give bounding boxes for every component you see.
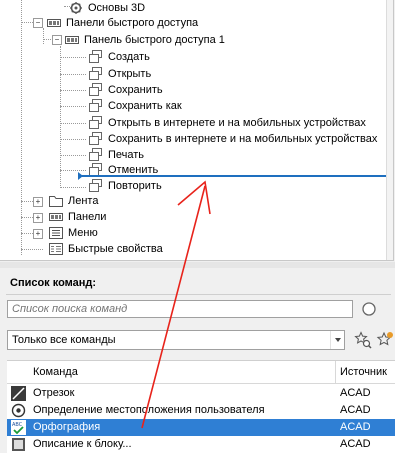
tree-connector [60, 187, 86, 188]
toolbar-icon [65, 36, 79, 44]
command-source: ACAD [340, 421, 371, 433]
table-row[interactable]: Определение местоположения пользователя … [7, 402, 395, 419]
folder-icon [49, 196, 63, 207]
toolbar-icon [47, 19, 61, 27]
new-command-star-icon[interactable] [376, 331, 394, 349]
command-filter-select[interactable]: Только все команды [7, 330, 345, 350]
tree-connector [60, 74, 86, 75]
tree-scrollbar[interactable] [386, 0, 393, 260]
tree-item-label: Панели [68, 211, 107, 223]
collapse-toggle-icon[interactable]: − [52, 35, 62, 45]
panel-splitter[interactable] [0, 262, 395, 268]
command-icon [89, 179, 102, 192]
block-description-icon [12, 438, 25, 451]
tree-connector [60, 106, 86, 107]
command-icon [89, 99, 102, 112]
properties-icon [49, 243, 63, 255]
gear-icon [70, 2, 82, 14]
tree-connector [60, 155, 86, 156]
find-command-star-icon[interactable] [354, 331, 372, 349]
table-row[interactable]: Отрезок ACAD [7, 385, 395, 402]
command-icon [89, 148, 102, 161]
command-table[interactable]: Команда Источник Отрезок ACAD Определени… [7, 360, 395, 453]
expand-toggle-icon[interactable]: + [33, 213, 43, 223]
command-icon [89, 83, 102, 96]
tree-item-label: Меню [68, 227, 98, 239]
geolocation-icon [11, 403, 26, 418]
expand-toggle-icon[interactable]: + [33, 197, 43, 207]
command-icon [89, 132, 102, 145]
tree-connector [21, 233, 33, 234]
collapse-toggle-icon[interactable]: − [33, 18, 43, 28]
drop-insertion-indicator [78, 172, 393, 180]
column-header-source[interactable]: Источник [340, 366, 387, 378]
tree-item-label: Панели быстрого доступа [66, 17, 199, 29]
tree-connector [21, 22, 33, 23]
command-name: Описание к блоку... [33, 438, 132, 450]
command-name: Отрезок [33, 387, 75, 399]
filter-selected-value: Только все команды [12, 334, 116, 346]
tree-connector [21, 217, 33, 218]
tree-item-label: Основы 3D [88, 2, 146, 14]
tree-connector [60, 57, 86, 58]
tree-connector [60, 46, 61, 188]
menu-icon [49, 227, 63, 239]
command-icon [89, 116, 102, 129]
tree-item-label: Быстрые свойства [68, 243, 163, 255]
tree-connector [60, 139, 86, 140]
tree-connector [21, 249, 43, 250]
tree-item-label: Открыть в интернете и на мобильных устро… [108, 117, 366, 129]
search-icon[interactable] [361, 301, 377, 317]
command-source: ACAD [340, 404, 371, 416]
chevron-down-icon[interactable] [330, 331, 345, 349]
tree-connector [60, 170, 86, 171]
tree-item-label: Повторить [108, 180, 162, 192]
line-icon [11, 386, 26, 401]
expand-toggle-icon[interactable]: + [33, 229, 43, 239]
tree-connector [60, 123, 86, 124]
command-list-title: Список команд: [10, 277, 97, 289]
tree-item-label: Панель быстрого доступа 1 [84, 34, 225, 46]
tree-connector [60, 90, 86, 91]
table-header: Команда Источник [7, 361, 395, 384]
command-icon [89, 67, 102, 80]
tree-item-label: Сохранить в интернете и на мобильных уст… [108, 133, 378, 145]
tree-item-label: Печать [108, 149, 145, 161]
table-row[interactable]: Описание к блоку... ACAD [7, 436, 395, 453]
tree-item-label: Открыть [108, 68, 152, 80]
customization-tree[interactable]: Основы 3D − Панели быстрого доступа − Па… [0, 0, 394, 261]
tree-item-label: Сохранить как [108, 100, 182, 112]
command-search-input[interactable] [7, 300, 353, 318]
column-header-command[interactable]: Команда [33, 366, 78, 378]
command-icon [89, 50, 102, 63]
tree-item-label: Сохранить [108, 84, 163, 96]
tree-connector [43, 28, 44, 44]
tree-item-label: Лента [68, 195, 99, 207]
svg-text:ABC: ABC [12, 422, 23, 428]
tree-connector [21, 201, 33, 202]
command-list-header: Список команд: [6, 272, 391, 295]
tree-item-label: Создать [108, 51, 150, 63]
command-name: Определение местоположения пользователя [33, 404, 265, 416]
command-source: ACAD [340, 387, 371, 399]
table-row-selected[interactable]: ABC Орфография ACAD [7, 419, 395, 436]
command-name: Орфография [33, 421, 101, 433]
command-source: ACAD [340, 438, 371, 450]
toolbar-icon [49, 213, 63, 221]
spellcheck-icon: ABC [11, 420, 26, 435]
column-separator[interactable] [335, 361, 336, 383]
